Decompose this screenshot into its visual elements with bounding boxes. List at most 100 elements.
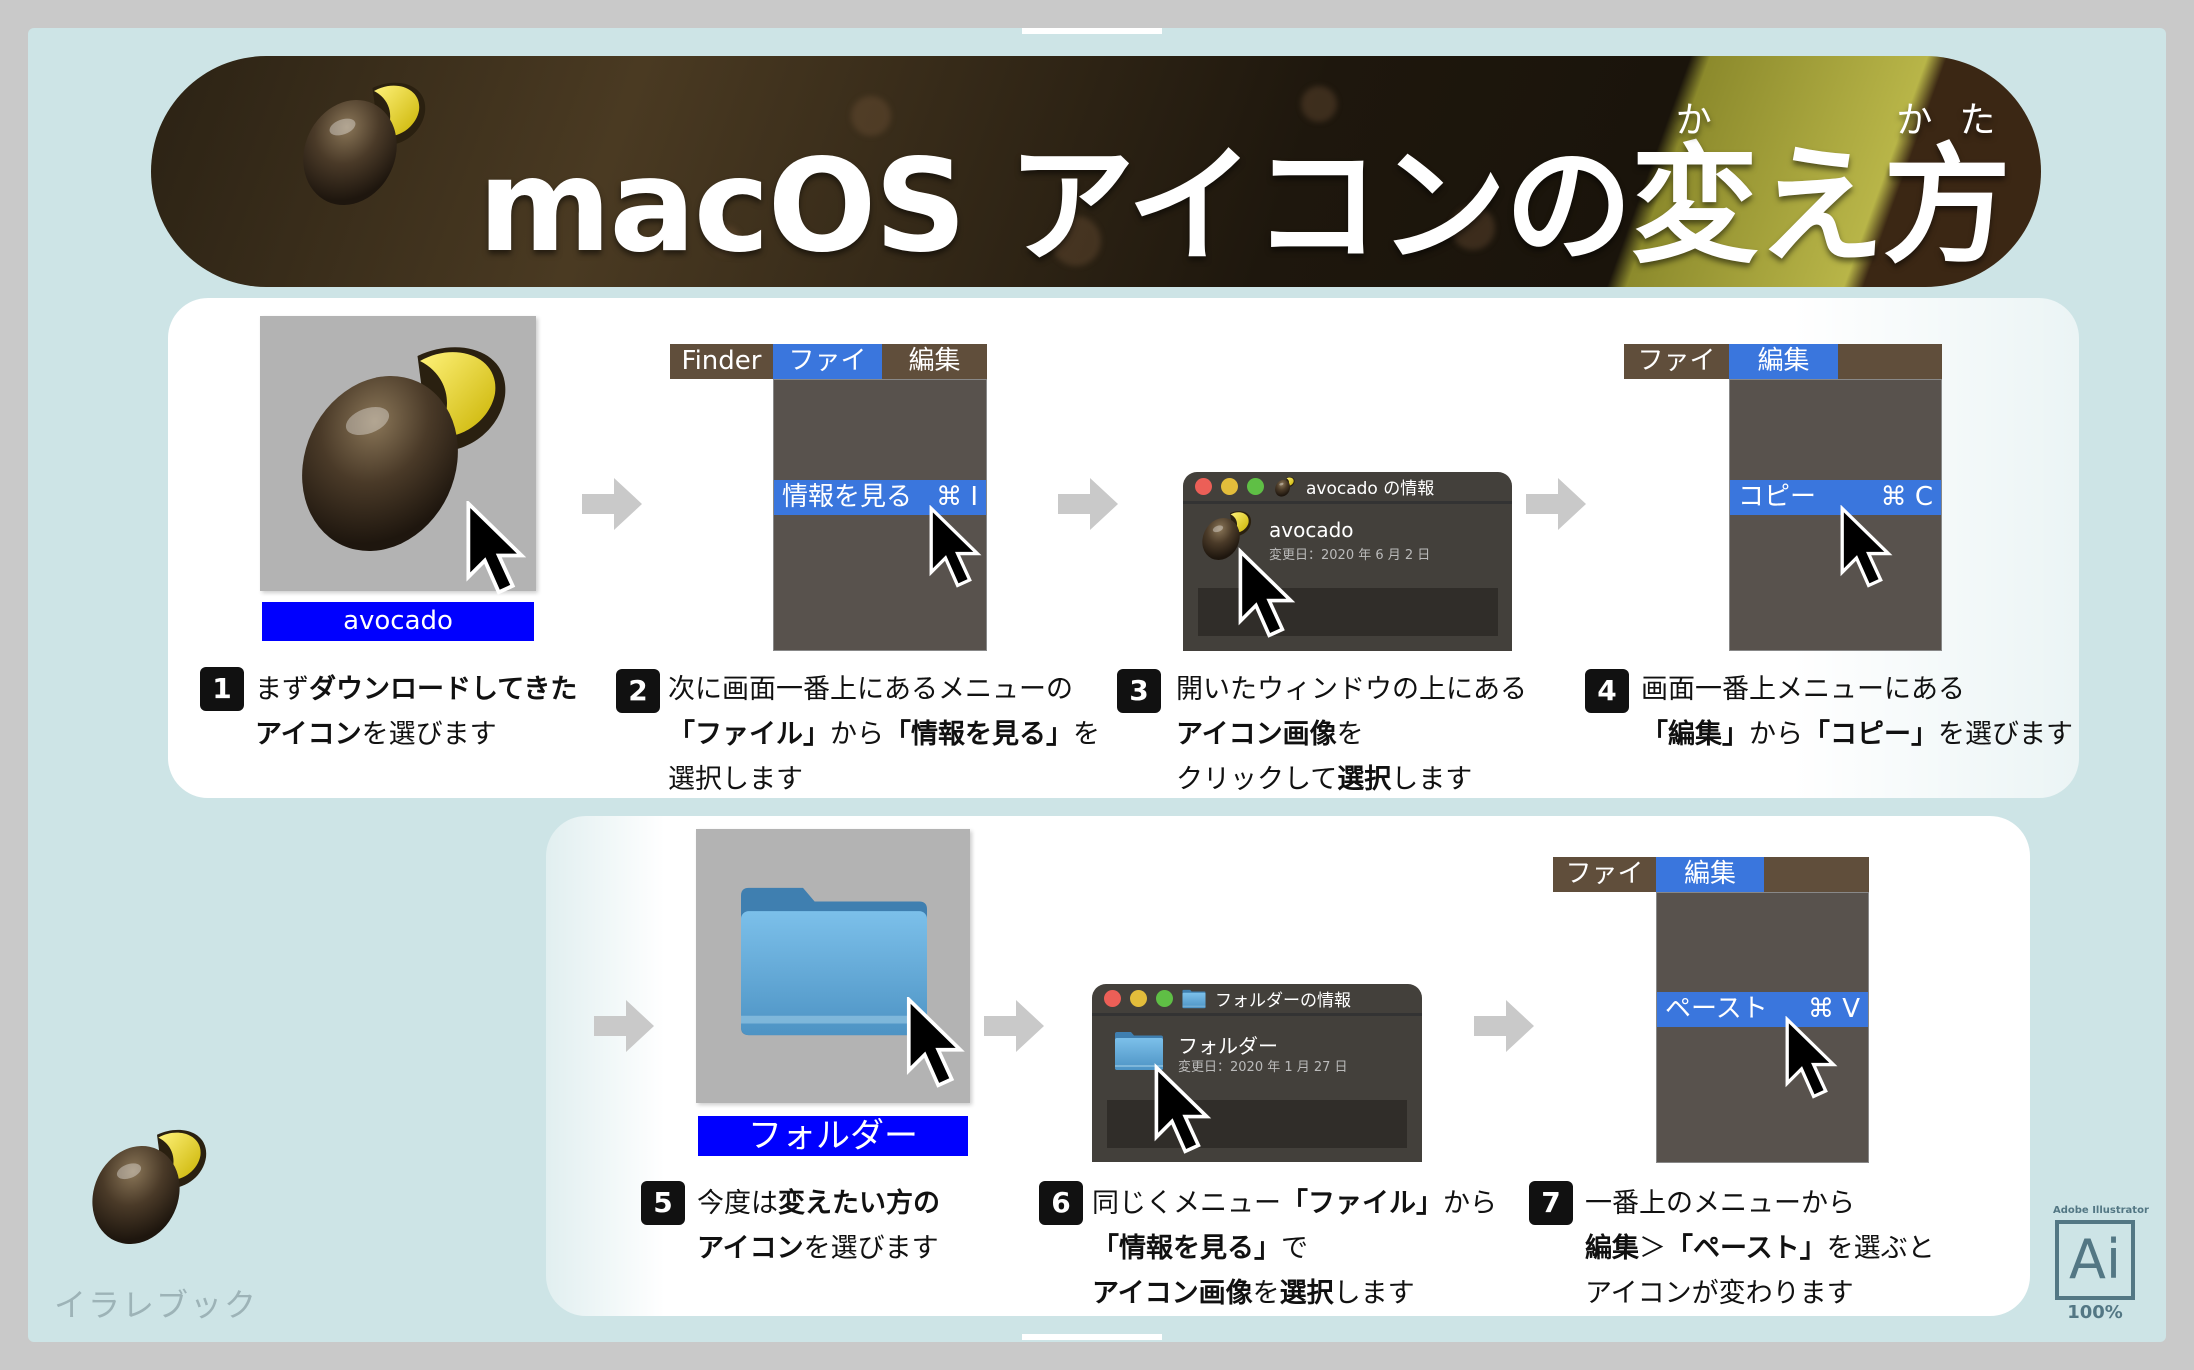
menu-edit[interactable]: 編集 <box>882 344 987 379</box>
zoom-button[interactable] <box>1247 478 1264 495</box>
instruction-line: 今度は変えたい方の <box>697 1181 940 1226</box>
emphasis-text: 編集 <box>1585 1233 1639 1264</box>
instruction-line: 画面一番上メニューにある <box>1641 667 2073 712</box>
instruction-text: を選ぶと <box>1826 1233 1935 1264</box>
arrow-right-icon <box>1058 478 1118 530</box>
instruction-text: します <box>1391 764 1473 795</box>
folder-name-label: フォルダー <box>696 1114 970 1158</box>
brand-avocado-logo <box>80 1118 220 1258</box>
instruction-text: クリックして <box>1176 764 1338 795</box>
menu-edit[interactable]: 編集 <box>1656 857 1764 892</box>
step-number-badge: 3 <box>1117 669 1161 713</box>
instruction-text: します <box>1333 1278 1415 1309</box>
file-dropdown: 情報を見る ⌘ I <box>773 379 987 651</box>
step-2-instruction: 次に画面一番上にあるメニューの「ファイル」から「情報を見る」を 選択します <box>668 667 1100 802</box>
instruction-text: 次に画面一番上にあるメニューの <box>668 674 1073 705</box>
emphasis-text: アイコン <box>697 1233 804 1264</box>
emphasis-text: アイコン画像 <box>1176 719 1337 750</box>
folder-icon <box>1182 989 1206 1009</box>
instruction-line: 「情報を見る」で <box>1092 1226 1497 1271</box>
instruction-text: を <box>1252 1278 1280 1309</box>
cursor-icon <box>1238 544 1298 644</box>
instruction-line: 同じくメニュー「ファイル」から <box>1092 1181 1497 1226</box>
instruction-line: アイコン画像を選択します <box>1092 1271 1497 1316</box>
instruction-line: 一番上のメニューから <box>1585 1181 1935 1226</box>
folder-icon <box>736 884 932 1039</box>
illustrator-icon: Ai <box>2055 1220 2135 1300</box>
close-button[interactable] <box>1104 990 1121 1007</box>
instruction-text: を <box>1073 719 1100 750</box>
instruction-text: から <box>830 719 884 750</box>
artboard-handle-top[interactable] <box>1022 28 1162 34</box>
step-number-badge: 7 <box>1529 1181 1573 1225</box>
artboard-handle-bottom[interactable] <box>1022 1334 1162 1340</box>
instruction-text: 画面一番上メニューにある <box>1641 674 1965 705</box>
step-3-instruction: 開いたウィンドウの上にある アイコン画像を クリックして選択します <box>1176 667 1527 802</box>
emphasis-text: アイコン <box>255 719 362 750</box>
step-4-instruction: 画面一番上メニューにある「編集」から「コピー」を選びます <box>1641 667 2073 757</box>
instruction-line: アイコンを選びます <box>697 1226 940 1271</box>
edit-dropdown: コピー ⌘ C <box>1729 379 1942 651</box>
menu-bar: ファイル 編集 <box>1553 857 1869 924</box>
menu-edit[interactable]: 編集 <box>1729 344 1838 379</box>
cursor-icon <box>1840 505 1895 590</box>
file-name: avocado <box>1269 518 1354 542</box>
instruction-line: 「編集」から「コピー」を選びます <box>1641 712 2073 757</box>
menu-bar: ファイル 編集 <box>1624 344 1942 411</box>
menu-bar: Finder ファイル 編集 <box>670 344 987 411</box>
emphasis-text: 「編集」 <box>1641 719 1749 750</box>
emphasis-text: 「情報を見る」 <box>1092 1233 1281 1264</box>
cursor-icon <box>929 505 984 590</box>
instruction-line: クリックして選択します <box>1176 757 1527 802</box>
arrow-right-icon <box>582 478 642 530</box>
folder-icon-tile[interactable] <box>696 829 970 1103</box>
step-number-badge: 6 <box>1039 1181 1083 1225</box>
avocado-file-icon[interactable] <box>260 316 536 591</box>
instruction-line: 「ファイル」から「情報を見る」を <box>668 712 1100 757</box>
step-7-instruction: 一番上のメニューから 編集＞「ペースト」を選ぶと アイコンが変わります <box>1585 1181 1935 1316</box>
instruction-line: アイコンが変わります <box>1585 1271 1935 1316</box>
instruction-line: 次に画面一番上にあるメニューの <box>668 667 1100 712</box>
menu-file[interactable]: ファイル <box>1553 857 1656 924</box>
cursor-icon <box>1785 1016 1840 1101</box>
menu-item-copy[interactable]: コピー ⌘ C <box>1730 480 1941 515</box>
instruction-text: 開いたウィンドウの上にある <box>1176 674 1527 705</box>
instruction-text: を選びます <box>1938 719 2073 750</box>
menu-file[interactable]: ファイル <box>1624 344 1729 411</box>
instruction-text: から <box>1443 1188 1497 1219</box>
instruction-line: 開いたウィンドウの上にある <box>1176 667 1527 712</box>
minimize-button[interactable] <box>1221 478 1238 495</box>
instruction-line: アイコン画像を <box>1176 712 1527 757</box>
menu-finder[interactable]: Finder <box>670 344 773 379</box>
step-5-instruction: 今度は変えたい方の アイコンを選びます <box>697 1181 940 1271</box>
step-number-badge: 5 <box>641 1181 685 1225</box>
step-number-badge: 1 <box>200 667 244 711</box>
minimize-button[interactable] <box>1130 990 1147 1007</box>
emphasis-text: 「ペースト」 <box>1666 1233 1827 1264</box>
zoom-button[interactable] <box>1156 990 1173 1007</box>
file-name: フォルダー <box>1178 1034 1278 1058</box>
step-1-instruction: まずダウンロードしてきたアイコンを選びます <box>255 667 577 757</box>
file-name-label: avocado <box>260 600 536 643</box>
instruction-text: を選びます <box>803 1233 939 1264</box>
emphasis-text: 「コピー」 <box>1803 719 1938 750</box>
emphasis-text: 「ファイル」 <box>1281 1188 1443 1219</box>
instruction-text: 一番上のメニューから <box>1585 1188 1855 1219</box>
instruction-text: アイコンが変わります <box>1585 1278 1854 1309</box>
instruction-text: 今度は <box>697 1188 778 1219</box>
instruction-text: 同じくメニュー <box>1092 1188 1281 1219</box>
instruction-text: を <box>1336 719 1364 750</box>
emphasis-text: 「情報を見る」 <box>884 719 1073 750</box>
avocado-icon <box>290 70 440 220</box>
instruction-text: まず <box>255 674 309 705</box>
emphasis-text: ダウンロードしてきた <box>309 674 578 705</box>
instruction-text: で <box>1281 1233 1308 1264</box>
page-title: macOS アイコンの変かえ方かた <box>478 100 2011 281</box>
zoom-level: 100% <box>2067 1302 2123 1323</box>
arrow-right-icon <box>1474 1000 1534 1052</box>
cursor-icon <box>1154 1060 1214 1160</box>
instruction-line: 選択します <box>668 757 1100 802</box>
menu-file[interactable]: ファイル <box>773 344 882 411</box>
instruction-text: を選びます <box>361 719 497 750</box>
close-button[interactable] <box>1195 478 1212 495</box>
